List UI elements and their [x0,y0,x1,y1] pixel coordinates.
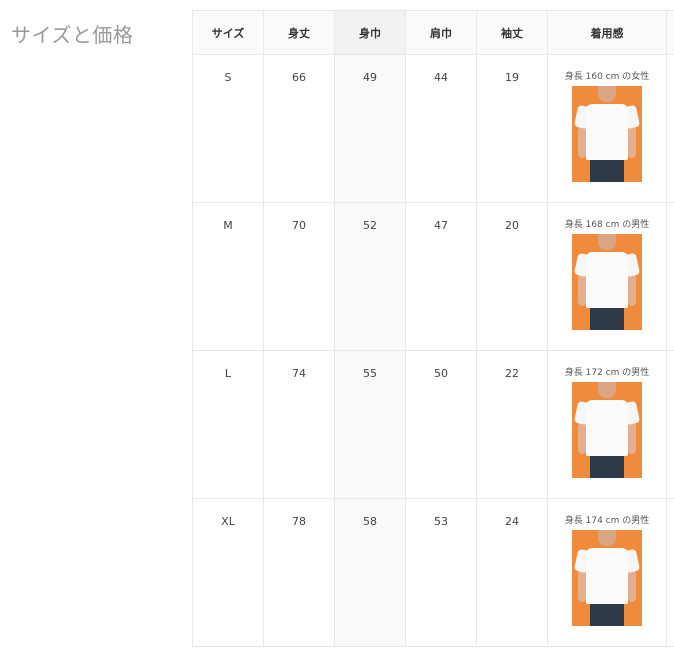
sleeve-cell: 20 [505,219,519,232]
width-cell: 58 [363,515,377,528]
sleeve-cell: 24 [505,515,519,528]
size-table-container: サイズ 身丈 身巾 肩巾 袖丈 着用感 S 66 49 44 19 身長 160… [192,10,674,650]
size-cell: XL [221,515,235,528]
sleeve-cell: 19 [505,71,519,84]
width-cell: 52 [363,219,377,232]
table-row: S 66 49 44 19 身長 160 cm の女性 [192,54,674,203]
fit-caption: 身長 160 cm の女性 [564,72,650,82]
width-cell: 55 [363,367,377,380]
fit-caption: 身長 168 cm の男性 [564,220,650,230]
model-photo [572,86,642,182]
table-row: M 70 52 47 20 身長 168 cm の男性 [192,202,674,351]
length-cell: 70 [292,219,306,232]
shoulder-cell: 50 [434,367,448,380]
fit-caption: 身長 174 cm の男性 [564,516,650,526]
header-extra [666,10,674,55]
size-cell: L [224,367,232,380]
model-photo [572,530,642,626]
length-cell: 78 [292,515,306,528]
section-title: サイズと価格 [11,23,134,47]
shoulder-cell: 53 [434,515,448,528]
header-length: 身丈 [263,10,335,55]
table-header-row: サイズ 身丈 身巾 肩巾 袖丈 着用感 [192,10,674,55]
sleeve-cell: 22 [505,367,519,380]
extra-cell [666,202,674,351]
extra-cell [666,350,674,499]
header-size: サイズ [192,10,264,55]
header-shoulder: 肩巾 [405,10,477,55]
size-cell: S [224,71,232,84]
width-cell: 49 [363,71,377,84]
extra-cell [666,54,674,203]
extra-cell [666,498,674,647]
length-cell: 74 [292,367,306,380]
fit-caption: 身長 172 cm の男性 [564,368,650,378]
shoulder-cell: 44 [434,71,448,84]
table-row: XL 78 58 53 24 身長 174 cm の男性 [192,498,674,647]
shoulder-cell: 47 [434,219,448,232]
size-table: サイズ 身丈 身巾 肩巾 袖丈 着用感 S 66 49 44 19 身長 160… [192,10,674,647]
table-row: L 74 55 50 22 身長 172 cm の男性 [192,350,674,499]
size-cell: M [223,219,233,232]
header-fit: 着用感 [547,10,667,55]
header-width: 身巾 [334,10,406,55]
model-photo [572,234,642,330]
model-photo [572,382,642,478]
length-cell: 66 [292,71,306,84]
header-sleeve: 袖丈 [476,10,548,55]
